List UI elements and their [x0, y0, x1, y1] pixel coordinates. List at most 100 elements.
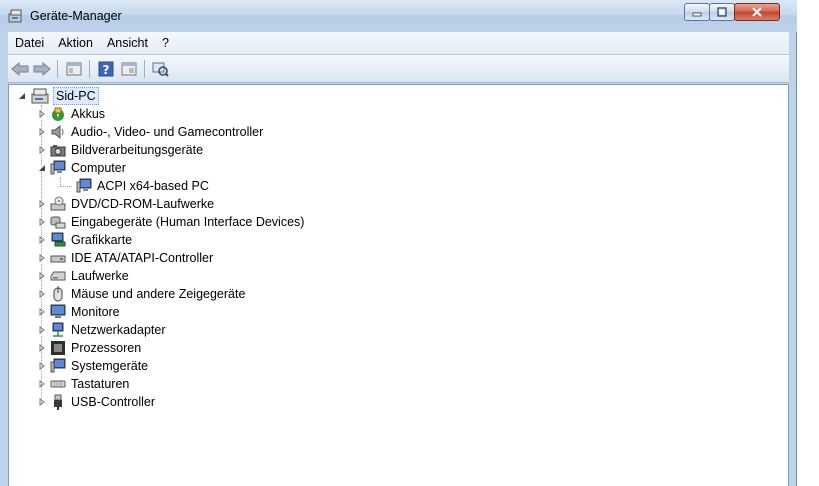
title-bar[interactable]: Geräte-Manager [0, 0, 797, 32]
tree-item-ide[interactable]: IDE ATA/ATAPI-Controller [37, 249, 215, 267]
forward-arrow-icon [33, 62, 51, 76]
toolbar-separator [89, 60, 90, 78]
tree-item-usb[interactable]: USB-Controller [37, 393, 157, 411]
tree-item-label: Grafikkarte [71, 233, 133, 247]
expand-triangle-icon[interactable] [37, 393, 47, 411]
tree-item-label: Tastaturen [71, 377, 130, 391]
usb-icon [49, 394, 67, 410]
menu-ansicht[interactable]: Ansicht [100, 33, 155, 53]
toolbar-separator [57, 60, 58, 78]
tree-item-computer[interactable]: Computer [37, 159, 128, 177]
expand-triangle-icon[interactable] [37, 303, 47, 321]
tree-item-monitors[interactable]: Monitore [37, 303, 122, 321]
window-title: Geräte-Manager [30, 9, 122, 23]
tree-line [60, 186, 72, 187]
hid-icon [49, 214, 67, 230]
toolbar-separator [144, 60, 145, 78]
tree-item-network[interactable]: Netzwerkadapter [37, 321, 168, 339]
tree-item-dvd[interactable]: DVD/CD-ROM-Laufwerke [37, 195, 216, 213]
tree-item-audio[interactable]: Audio-, Video- und Gamecontroller [37, 123, 265, 141]
expand-triangle-icon[interactable] [37, 195, 47, 213]
tree-item-acpi-pc[interactable]: ACPI x64-based PC [73, 177, 211, 195]
collapse-triangle-icon[interactable] [37, 159, 47, 177]
svg-text:?: ? [103, 63, 110, 77]
disk-drive-icon [49, 268, 67, 284]
tree-item-akkus[interactable]: Akkus [37, 105, 107, 123]
properties-button[interactable] [64, 59, 84, 79]
tree-item-mice[interactable]: Mäuse und andere Zeigegeräte [37, 285, 247, 303]
tree-item-label: Computer [71, 161, 126, 175]
tree-item-label: Audio-, Video- und Gamecontroller [71, 125, 264, 139]
computer-name: Sid-PC [53, 87, 99, 105]
expand-triangle-icon[interactable] [37, 321, 47, 339]
expand-triangle-icon[interactable] [37, 105, 47, 123]
expand-triangle-icon[interactable] [37, 267, 47, 285]
expand-triangle-icon[interactable] [37, 231, 47, 249]
scan-hardware-icon [152, 62, 169, 77]
expand-triangle-icon[interactable] [37, 339, 47, 357]
computer-icon [75, 178, 93, 194]
expand-triangle-icon[interactable] [37, 123, 47, 141]
expand-triangle-icon[interactable] [37, 357, 47, 375]
close-button[interactable] [734, 3, 780, 21]
tree-item-keyboards[interactable]: Tastaturen [37, 375, 131, 393]
tree-item-label: Mäuse und andere Zeigegeräte [71, 287, 246, 301]
back-arrow-icon [11, 62, 29, 76]
maximize-button[interactable] [709, 3, 735, 21]
tree-item-drives[interactable]: Laufwerke [37, 267, 131, 285]
tree-item-label: IDE ATA/ATAPI-Controller [71, 251, 214, 265]
expand-triangle-icon[interactable] [37, 213, 47, 231]
speaker-icon [49, 124, 67, 140]
tree-item-label: ACPI x64-based PC [97, 179, 209, 193]
dvd-drive-icon [49, 196, 67, 212]
tree-item-label: Akkus [71, 107, 106, 121]
expand-triangle-icon[interactable] [37, 249, 47, 267]
tree-item-label: Eingabegeräte (Human Interface Devices) [71, 215, 305, 229]
console-tree-button[interactable] [119, 59, 139, 79]
display-adapter-icon [49, 232, 67, 248]
expand-triangle-icon[interactable] [37, 285, 47, 303]
forward-button[interactable] [32, 59, 52, 79]
device-tree[interactable]: Sid-PC Akkus Audio-, Video- und Gamecont… [8, 84, 789, 486]
menu-datei[interactable]: Datei [8, 33, 51, 53]
tree-item-hid[interactable]: Eingabegeräte (Human Interface Devices) [37, 213, 306, 231]
tree-item-label: Monitore [71, 305, 120, 319]
tree-item-label: Systemgeräte [71, 359, 149, 373]
ide-controller-icon [49, 250, 67, 266]
network-adapter-icon [49, 322, 67, 338]
device-manager-window: Geräte-Manager Datei Aktion Ansicht ? ? … [0, 0, 797, 486]
keyboard-icon [49, 376, 67, 392]
collapse-triangle-icon[interactable] [17, 87, 27, 105]
expand-triangle-icon[interactable] [37, 375, 47, 393]
menu-aktion[interactable]: Aktion [51, 33, 100, 53]
tree-item-label: DVD/CD-ROM-Laufwerke [71, 197, 215, 211]
tree-item-system[interactable]: Systemgeräte [37, 357, 150, 375]
toolbar: ? [8, 55, 789, 83]
minimize-button[interactable] [684, 3, 710, 21]
help-button[interactable]: ? [96, 59, 116, 79]
scan-hardware-button[interactable] [150, 59, 170, 79]
tree-item-graphics[interactable]: Grafikkarte [37, 231, 134, 249]
tree-item-label: Netzwerkadapter [71, 323, 166, 337]
close-icon [752, 7, 762, 17]
battery-icon [49, 106, 67, 122]
back-button[interactable] [10, 59, 30, 79]
pc-icon [29, 88, 51, 104]
processor-icon [49, 340, 67, 356]
expand-triangle-icon[interactable] [37, 141, 47, 159]
tree-item-processors[interactable]: Prozessoren [37, 339, 143, 357]
minimize-icon [692, 12, 702, 17]
mouse-icon [49, 286, 67, 302]
tree-item-imaging[interactable]: Bildverarbeitungsgeräte [37, 141, 205, 159]
monitor-icon [49, 304, 67, 320]
device-manager-icon [8, 8, 24, 24]
properties-icon [66, 62, 82, 76]
console-tree-icon [121, 62, 137, 76]
help-icon: ? [98, 61, 114, 77]
computer-icon [49, 160, 67, 176]
tree-root[interactable]: Sid-PC [17, 87, 99, 105]
tree-item-label: Laufwerke [71, 269, 129, 283]
camera-icon [49, 142, 67, 158]
menu-help[interactable]: ? [155, 33, 176, 53]
menu-bar: Datei Aktion Ansicht ? [8, 32, 789, 55]
